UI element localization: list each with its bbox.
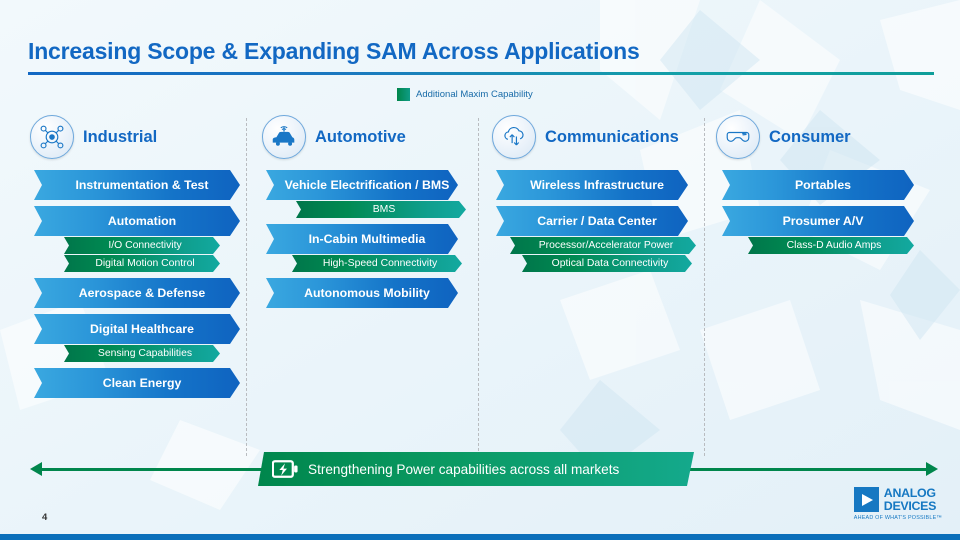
bar-group: In-Cabin Multimedia High-Speed Connectiv… [266, 224, 458, 272]
sub-digital-motion-control[interactable]: Digital Motion Control [64, 255, 220, 272]
bar-aerospace-defense[interactable]: Aerospace & Defense [34, 278, 240, 308]
bar-label: Aerospace & Defense [78, 286, 206, 300]
bar-in-cabin-multimedia[interactable]: In-Cabin Multimedia [266, 224, 458, 254]
logo-tagline: AHEAD OF WHAT'S POSSIBLE™ [853, 515, 942, 521]
column-consumer: Consumer [716, 112, 851, 162]
column-divider [704, 118, 705, 456]
bar-stack-consumer: Portables Prosumer A/V Class-D Audio Amp… [722, 170, 914, 260]
bar-label: In-Cabin Multimedia [308, 232, 426, 246]
bar-digital-healthcare[interactable]: Digital Healthcare [34, 314, 240, 344]
bar-clean-energy[interactable]: Clean Energy [34, 368, 240, 398]
legend: Additional Maxim Capability [397, 88, 533, 101]
legend-swatch-icon [397, 88, 410, 101]
bar-group: Autonomous Mobility [266, 278, 458, 308]
industrial-network-icon [30, 115, 74, 159]
bar-group: Digital Healthcare Sensing Capabilities [34, 314, 240, 362]
column-communications: Communications [492, 112, 679, 162]
bar-stack-industrial: Instrumentation & Test Automation I/O Co… [34, 170, 240, 404]
bar-label: Clean Energy [102, 376, 182, 390]
column-header-industrial: Industrial [30, 112, 157, 162]
vr-headset-icon [716, 115, 760, 159]
column-title: Industrial [83, 127, 158, 146]
column-header-consumer: Consumer [716, 112, 851, 162]
bar-group: Aerospace & Defense [34, 278, 240, 308]
column-title: Communications [545, 127, 679, 146]
bar-label: Prosumer A/V [782, 214, 864, 228]
sub-label: Sensing Capabilities [97, 348, 193, 359]
bar-group: Carrier / Data Center Processor/Accelera… [496, 206, 688, 272]
bottom-accent-bar [0, 534, 960, 540]
bar-stack-automotive: Vehicle Electrification / BMS BMS In-Cab… [266, 170, 458, 314]
bar-instrumentation-test[interactable]: Instrumentation & Test [34, 170, 240, 200]
bar-label: Autonomous Mobility [304, 286, 430, 300]
bar-group: Prosumer A/V Class-D Audio Amps [722, 206, 914, 254]
bar-label: Vehicle Electrification / BMS [284, 178, 450, 192]
sub-label: Class-D Audio Amps [786, 240, 882, 251]
sub-class-d-audio-amps[interactable]: Class-D Audio Amps [748, 237, 914, 254]
connected-car-icon [262, 115, 306, 159]
column-title: Consumer [769, 127, 851, 146]
bar-label: Portables [794, 178, 852, 192]
analog-devices-logo: ANALOG DEVICES AHEAD OF WHAT'S POSSIBLE™ [853, 486, 942, 521]
page-title: Increasing Scope & Expanding SAM Across … [28, 38, 640, 64]
logo-line-2: DEVICES [883, 498, 937, 513]
legend-label: Additional Maxim Capability [416, 89, 533, 100]
sub-label: BMS [372, 204, 396, 215]
sub-label: Processor/Accelerator Power [538, 240, 674, 251]
column-divider [478, 118, 479, 456]
bar-wireless-infrastructure[interactable]: Wireless Infrastructure [496, 170, 688, 200]
bar-prosumer-av[interactable]: Prosumer A/V [722, 206, 914, 236]
bar-portables[interactable]: Portables [722, 170, 914, 200]
banner-text: Strengthening Power capabilities across … [308, 461, 620, 477]
sub-bms[interactable]: BMS [296, 201, 466, 218]
column-header-communications: Communications [492, 112, 679, 162]
sub-processor-accelerator-power[interactable]: Processor/Accelerator Power [510, 237, 696, 254]
column-title: Automotive [315, 127, 406, 146]
column-industrial: Industrial [30, 112, 157, 162]
bar-automation[interactable]: Automation [34, 206, 240, 236]
bar-label: Digital Healthcare [90, 322, 194, 336]
bar-group: Portables [722, 170, 914, 200]
arrow-head-right-icon [926, 462, 938, 476]
column-header-automotive: Automotive [262, 112, 406, 162]
bar-vehicle-electrification-bms[interactable]: Vehicle Electrification / BMS [266, 170, 458, 200]
bar-stack-communications: Wireless Infrastructure Carrier / Data C… [496, 170, 688, 278]
bar-label: Automation [107, 214, 177, 228]
adi-triangle-icon [853, 487, 879, 512]
bar-group: Clean Energy [34, 368, 240, 398]
sub-io-connectivity[interactable]: I/O Connectivity [64, 237, 220, 254]
battery-bolt-icon [272, 459, 298, 479]
sub-optical-data-connectivity[interactable]: Optical Data Connectivity [522, 255, 692, 272]
bar-autonomous-mobility[interactable]: Autonomous Mobility [266, 278, 458, 308]
sub-sensing-capabilities[interactable]: Sensing Capabilities [64, 345, 220, 362]
power-banner[interactable]: Strengthening Power capabilities across … [258, 452, 694, 486]
sub-label: Digital Motion Control [95, 258, 195, 269]
bar-group: Automation I/O Connectivity Digital Moti… [34, 206, 240, 272]
sub-label: I/O Connectivity [108, 240, 182, 251]
column-divider [246, 118, 247, 456]
arrow-head-left-icon [30, 462, 42, 476]
title-underline [28, 72, 934, 75]
bar-label: Wireless Infrastructure [530, 178, 664, 192]
bar-label: Carrier / Data Center [537, 214, 657, 228]
sub-high-speed-connectivity[interactable]: High-Speed Connectivity [292, 255, 462, 272]
slide: Increasing Scope & Expanding SAM Across … [0, 0, 960, 540]
bar-group: Wireless Infrastructure [496, 170, 688, 200]
cloud-transfer-icon [492, 115, 536, 159]
bar-group: Instrumentation & Test [34, 170, 240, 200]
column-automotive: Automotive [262, 112, 406, 162]
bar-carrier-data-center[interactable]: Carrier / Data Center [496, 206, 688, 236]
bar-group: Vehicle Electrification / BMS BMS [266, 170, 458, 218]
logo-line-1: ANALOG [883, 486, 936, 501]
sub-label: High-Speed Connectivity [322, 258, 438, 269]
page-number: 4 [42, 512, 48, 523]
bar-label: Instrumentation & Test [75, 178, 209, 192]
sub-label: Optical Data Connectivity [551, 258, 669, 269]
